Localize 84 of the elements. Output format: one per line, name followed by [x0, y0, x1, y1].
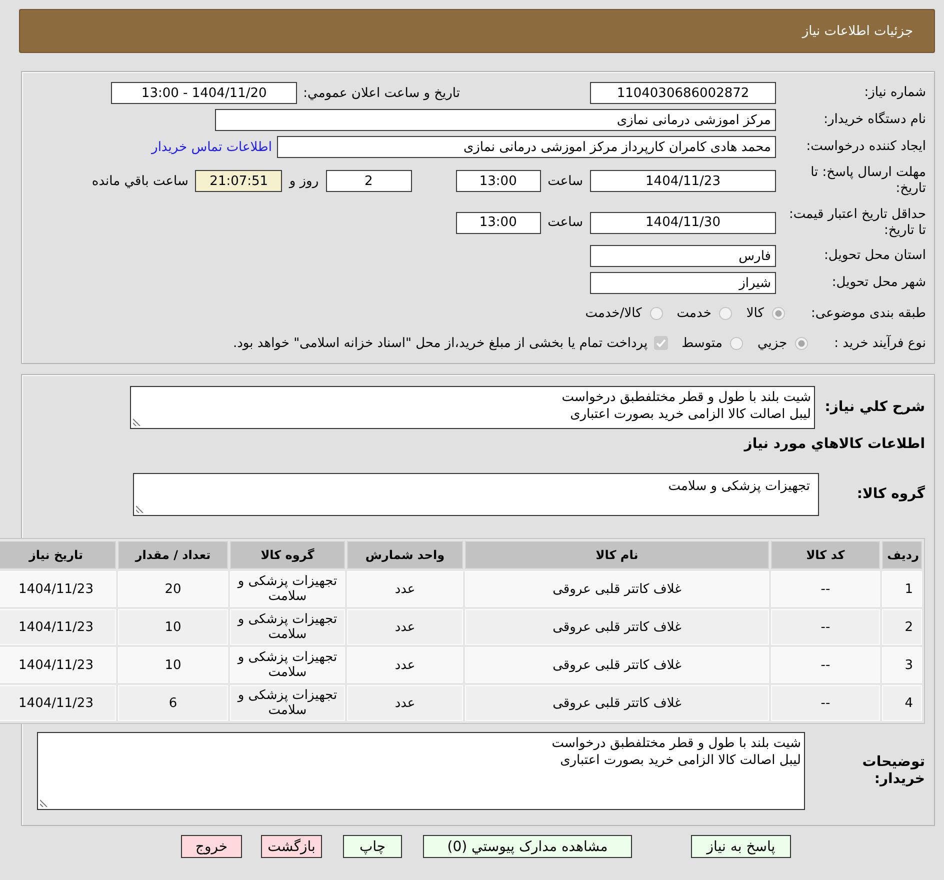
- table-cell: عدد: [347, 685, 463, 721]
- field-label: ایجاد کننده درخواست:: [805, 139, 926, 155]
- table-cell: تجهیزات پزشکی و سلامت: [230, 571, 345, 607]
- buyer-contact-link[interactable]: اطلاعات تماس خریدار: [152, 140, 272, 154]
- days-label: روز و: [289, 174, 319, 188]
- field-label: طبقه بندی موضوعی:: [810, 306, 926, 320]
- column-header: ردیف: [882, 541, 922, 569]
- table-cell: 1404/11/23: [0, 571, 116, 607]
- column-header: واحد شمارش: [347, 541, 463, 569]
- requester-field[interactable]: محمد هادی کامران کارپرداز مرکز اموزشی درمانی نمازی: [277, 136, 776, 158]
- column-header: تاریخ نیاز: [0, 541, 116, 569]
- announcement-date-field[interactable]: 1404/11/20 - 13:00: [111, 82, 298, 104]
- table-cell: 1: [882, 571, 922, 607]
- table-cell: 6: [118, 685, 228, 721]
- table-cell: غلاف کاتتر قلبی عروقی: [465, 571, 769, 607]
- deadline-time-field[interactable]: 13:00: [456, 170, 541, 192]
- section-title: اطلاعات کالاهاي مورد نياز: [742, 436, 925, 453]
- table-cell: غلاف کاتتر قلبی عروقی: [465, 685, 769, 721]
- remaining-time-field[interactable]: 21:07:51: [195, 170, 282, 192]
- resize-grip-icon[interactable]: [136, 505, 144, 513]
- goods-group-field[interactable]: تجهیزات پزشکی و سلامت: [133, 473, 819, 516]
- field-label: نوع فرآیند خرید :: [834, 336, 926, 350]
- field-label: توضیحات خریدار:: [861, 754, 925, 788]
- table-cell: تجهیزات پزشکی و سلامت: [230, 609, 345, 645]
- field-label: گروه کالا:: [856, 486, 925, 503]
- checkbox-label: پرداخت تمام یا بخشی از مبلغ خرید،از محل "اسناد خزانه اسلامی" خواهد بود.: [233, 336, 648, 350]
- table-cell: غلاف کاتتر قلبی عروقی: [465, 609, 769, 645]
- column-header: کد کالا: [771, 541, 880, 569]
- radio-label: خدمت: [676, 306, 712, 320]
- province-field[interactable]: فارس: [590, 245, 776, 267]
- table-cell: غلاف کاتتر قلبی عروقی: [465, 647, 769, 683]
- table-cell: 1404/11/23: [0, 609, 116, 645]
- table-cell: --: [771, 571, 880, 607]
- radio-label: متوسط: [682, 336, 722, 350]
- table-cell: --: [771, 685, 880, 721]
- field-label: حداقل تاریخ اعتبار قیمت: تا تاریخ:: [788, 206, 926, 238]
- table-cell: --: [771, 647, 880, 683]
- table-cell: عدد: [347, 647, 463, 683]
- action-button[interactable]: چاپ: [343, 835, 402, 858]
- column-header: تعداد / مقدار: [118, 541, 228, 569]
- table-cell: تجهیزات پزشکی و سلامت: [230, 685, 345, 721]
- validity-date-field[interactable]: 1404/11/30: [590, 212, 776, 234]
- table-cell: 2: [882, 609, 922, 645]
- need-number-field[interactable]: 1104030686002872: [590, 82, 776, 104]
- field-label: شرح کلي نياز:: [824, 399, 925, 416]
- column-header: نام کالا: [465, 541, 769, 569]
- validity-time-field[interactable]: 13:00: [456, 212, 541, 234]
- field-label: تاريخ و ساعت اعلان عمومي:: [303, 86, 460, 100]
- field-label: شهر محل تحویل:: [830, 275, 926, 291]
- table-cell: عدد: [347, 609, 463, 645]
- resize-grip-icon[interactable]: [40, 799, 48, 807]
- table-cell: عدد: [347, 571, 463, 607]
- action-button[interactable]: پاسخ به نیاز: [691, 835, 791, 858]
- table-cell: 20: [118, 571, 228, 607]
- table-cell: تجهیزات پزشکی و سلامت: [230, 647, 345, 683]
- page-title: جزئیات اطلاعات نیاز: [802, 24, 913, 38]
- exit-button[interactable]: بازگشت: [261, 835, 322, 858]
- table-cell: 3: [882, 647, 922, 683]
- radio-label: جزيي: [757, 336, 788, 350]
- radio-label: کالا: [746, 306, 764, 320]
- time-label: ساعت: [548, 215, 583, 230]
- radio-label: کالا/خدمت: [585, 306, 642, 320]
- table-cell: 4: [882, 685, 922, 721]
- resize-grip-icon[interactable]: [133, 418, 141, 426]
- buyer-organization-field[interactable]: مرکز اموزشی درمانی نمازی: [215, 109, 776, 131]
- column-header: گروه کالا: [230, 541, 345, 569]
- field-label: مهلت ارسال پاسخ: تا تاریخ:: [810, 165, 926, 197]
- action-button[interactable]: مشاهده مدارک پیوستي (0): [423, 835, 632, 858]
- exit-button[interactable]: خروج: [181, 835, 242, 858]
- deadline-date-field[interactable]: 1404/11/23: [590, 170, 776, 192]
- time-label: ساعت: [548, 174, 583, 188]
- days-field[interactable]: 2: [326, 170, 412, 192]
- field-label: نام دستگاه خریدار:: [822, 112, 926, 128]
- table-cell: 1404/11/23: [0, 647, 116, 683]
- table-cell: --: [771, 609, 880, 645]
- field-label: استان محل تحویل:: [823, 248, 926, 264]
- remaining-time-label: ساعت باقي مانده: [92, 174, 188, 188]
- table-cell: 10: [118, 609, 228, 645]
- description-field[interactable]: شیت بلند با طول و قطر مختلفطبق درخواست لیبل اصالت کالا الزامی خرید بصورت اعتباری: [130, 386, 815, 429]
- table-cell: 1404/11/23: [0, 685, 116, 721]
- buyer-notes-field[interactable]: شیت بلند با طول و قطر مختلفطبق درخواست لیبل اصالت کالا الزامی خرید بصورت اعتباری: [37, 732, 805, 810]
- field-label: شماره نیاز:: [863, 85, 926, 101]
- city-field[interactable]: شیراز: [590, 272, 776, 294]
- table-cell: 10: [118, 647, 228, 683]
